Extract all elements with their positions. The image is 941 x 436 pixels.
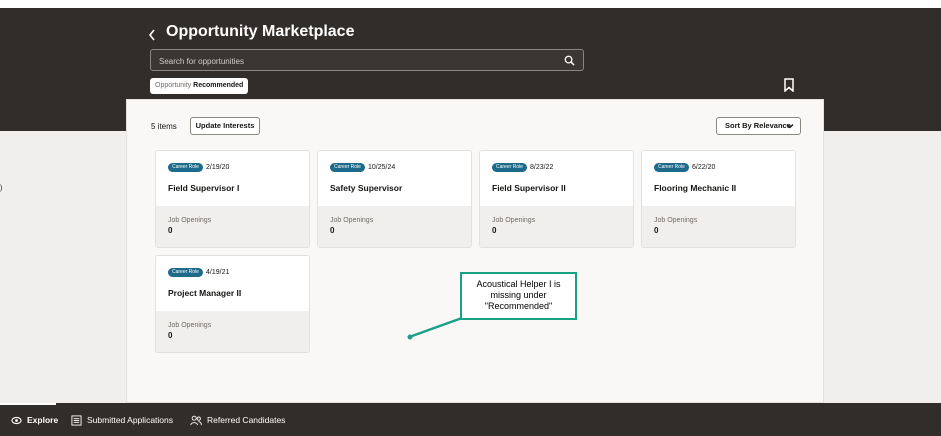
job-openings-value: 0 xyxy=(330,226,335,235)
bookmark-icon[interactable] xyxy=(783,78,795,92)
nav-referred-candidates[interactable]: Referred Candidates xyxy=(190,412,285,428)
job-openings-value: 0 xyxy=(492,226,497,235)
sort-button-label: Sort By Relevance xyxy=(725,121,791,130)
callout-line: Acoustical Helper I is xyxy=(476,279,561,289)
nav-submitted-applications[interactable]: Submitted Applications xyxy=(71,412,173,428)
job-openings-label: Job Openings xyxy=(654,217,698,224)
opportunity-card[interactable]: Career Role 10/25/24 Safety Supervisor J… xyxy=(317,150,472,248)
job-openings-value: 0 xyxy=(168,226,173,235)
nav-explore[interactable]: Explore xyxy=(11,412,58,428)
card-date: 6/22/20 xyxy=(692,164,716,171)
job-openings-value: 0 xyxy=(654,226,659,235)
card-title[interactable]: Safety Supervisor xyxy=(330,183,402,193)
career-role-badge: Career Role xyxy=(168,163,203,172)
bottom-nav: Explore Submitted Applications Referred … xyxy=(0,403,941,436)
items-count: 5 items xyxy=(151,122,177,131)
page-title: Opportunity Marketplace xyxy=(166,23,355,40)
job-openings-label: Job Openings xyxy=(168,322,212,329)
list-icon xyxy=(71,414,82,426)
card-title[interactable]: Flooring Mechanic II xyxy=(654,183,736,193)
sort-button[interactable]: Sort By Relevance xyxy=(716,117,801,135)
left-edge-mark: ) xyxy=(0,185,3,192)
callout-line: missing under xyxy=(490,290,547,300)
card-date: 8/23/22 xyxy=(530,164,554,171)
annotation-callout: Acoustical Helper I is missing under "Re… xyxy=(460,272,577,320)
card-title[interactable]: Project Manager II xyxy=(168,288,241,298)
card-date: 4/19/21 xyxy=(206,269,230,276)
chevron-down-icon xyxy=(786,124,794,129)
people-icon xyxy=(190,415,202,425)
results-panel: 5 items Update Interests Sort By Relevan… xyxy=(126,99,824,403)
career-role-badge: Career Role xyxy=(330,163,365,172)
top-strip xyxy=(0,0,941,8)
opportunity-card[interactable]: Career Role 4/19/21 Project Manager II J… xyxy=(155,255,310,353)
filter-chip-value: Recommended xyxy=(193,82,244,89)
update-interests-button[interactable]: Update Interests xyxy=(190,117,260,135)
job-openings-label: Job Openings xyxy=(492,217,536,224)
eye-icon xyxy=(11,416,22,424)
active-tab-indicator xyxy=(0,403,56,405)
career-role-badge: Career Role xyxy=(654,163,689,172)
filter-chip-label: Opportunity xyxy=(155,82,192,89)
job-openings-value: 0 xyxy=(168,331,173,340)
career-role-badge: Career Role xyxy=(168,268,203,277)
card-title[interactable]: Field Supervisor II xyxy=(492,183,566,193)
search-box[interactable] xyxy=(150,49,584,71)
filter-chip[interactable]: Opportunity Recommended xyxy=(150,78,249,94)
opportunity-card[interactable]: Career Role 8/23/22 Field Supervisor II … xyxy=(479,150,634,248)
chevron-left-icon xyxy=(148,29,155,41)
nav-referred-label: Referred Candidates xyxy=(207,415,286,425)
back-button[interactable] xyxy=(147,24,161,42)
nav-submitted-label: Submitted Applications xyxy=(87,415,173,425)
card-date: 2/19/20 xyxy=(206,164,230,171)
nav-explore-label: Explore xyxy=(27,415,59,425)
job-openings-label: Job Openings xyxy=(330,217,374,224)
card-title[interactable]: Field Supervisor I xyxy=(168,183,239,193)
opportunity-card[interactable]: Career Role 2/19/20 Field Supervisor I J… xyxy=(155,150,310,248)
card-date: 10/25/24 xyxy=(368,164,396,171)
opportunity-card[interactable]: Career Role 6/22/20 Flooring Mechanic II… xyxy=(641,150,796,248)
search-icon[interactable] xyxy=(564,55,575,66)
search-input[interactable] xyxy=(159,54,549,68)
callout-line: "Recommended" xyxy=(484,301,553,311)
job-openings-label: Job Openings xyxy=(168,217,212,224)
career-role-badge: Career Role xyxy=(492,163,527,172)
